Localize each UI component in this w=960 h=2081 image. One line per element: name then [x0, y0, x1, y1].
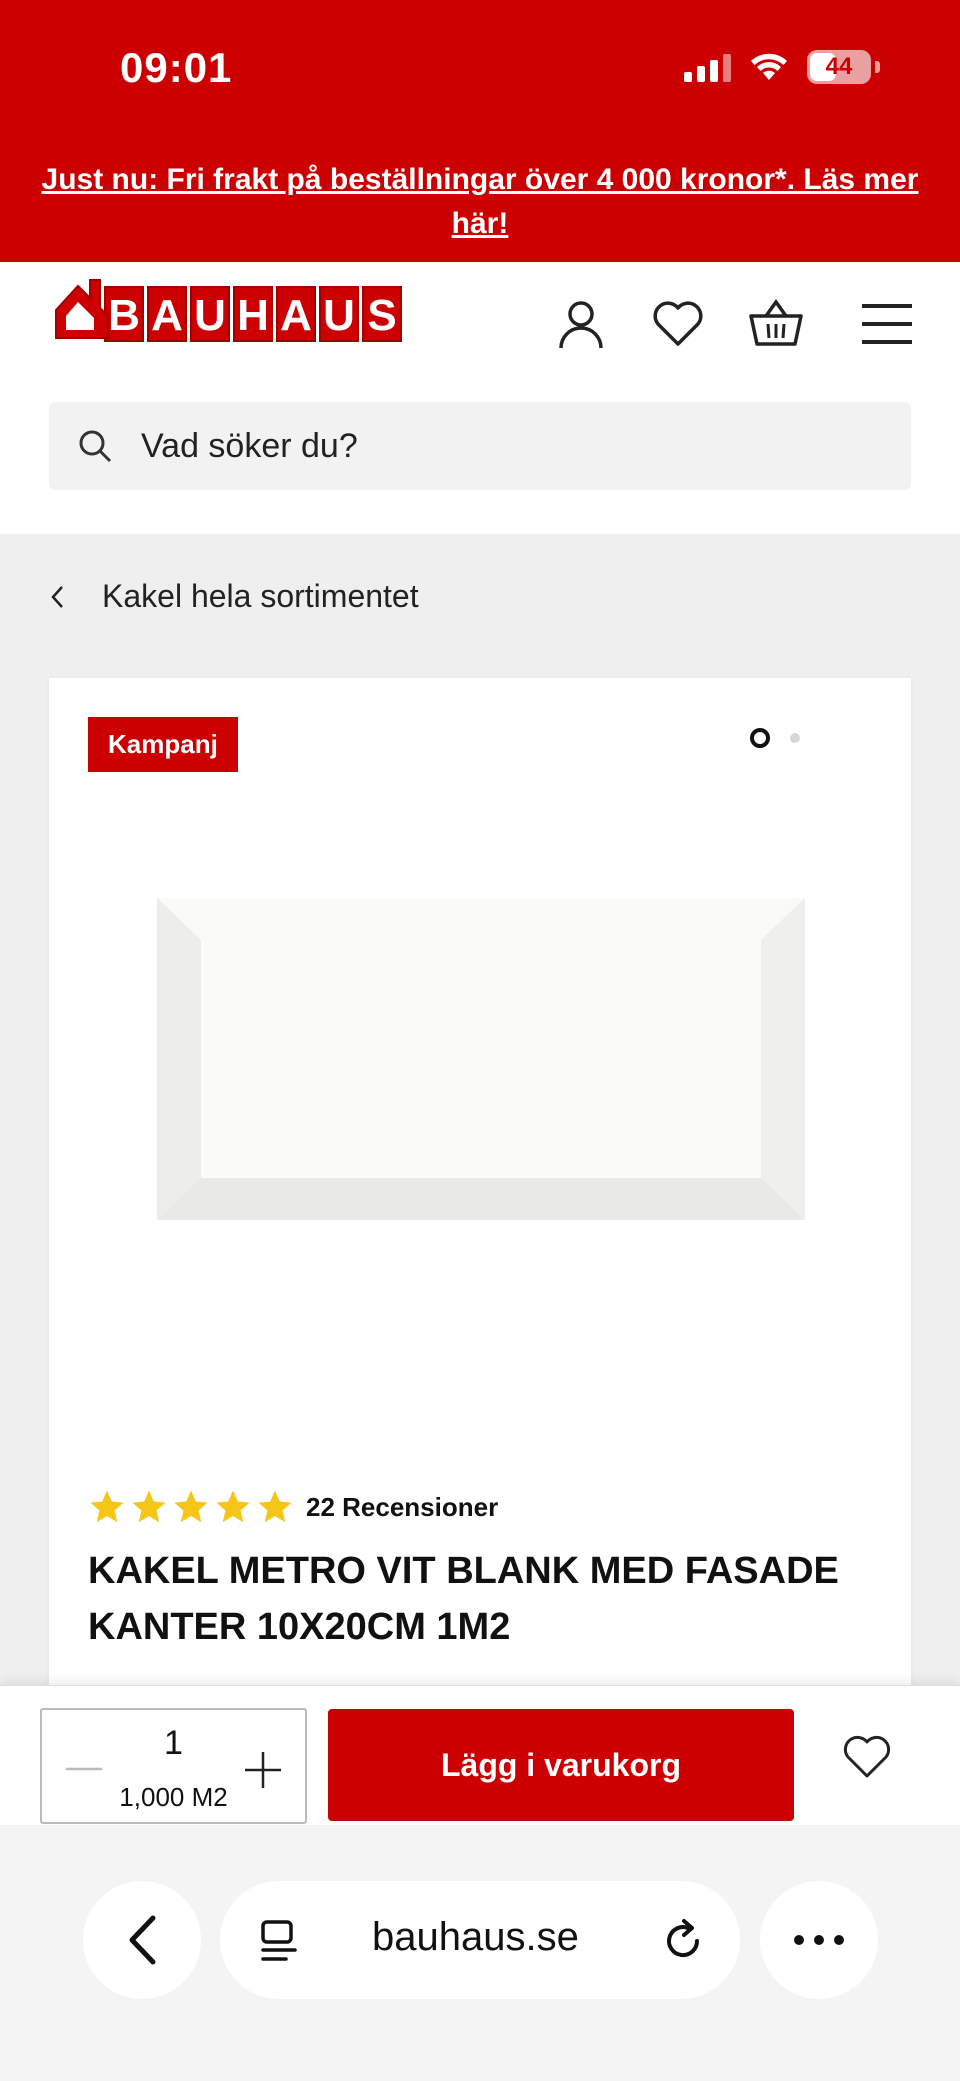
- signal-icon: [684, 52, 731, 82]
- promo-link[interactable]: Just nu: Fri frakt på beställningar över…: [40, 158, 920, 246]
- star-icon: [258, 1490, 292, 1523]
- star-icon: [90, 1490, 124, 1523]
- heart-icon[interactable]: [652, 300, 704, 348]
- star-icon: [216, 1490, 250, 1523]
- browser-more-button[interactable]: [760, 1881, 878, 1999]
- bauhaus-logo[interactable]: BAUHAUS: [50, 272, 402, 342]
- search-input[interactable]: Vad söker du?: [49, 402, 911, 490]
- top-banner: 09:01 44 Just nu: Fri frakt på beställni…: [0, 0, 960, 262]
- battery-icon: 44: [807, 50, 871, 84]
- reload-icon[interactable]: [662, 1917, 706, 1963]
- breadcrumb[interactable]: Kakel hela sortimentet: [50, 578, 419, 615]
- add-to-cart-button[interactable]: Lägg i varukorg: [328, 1709, 794, 1821]
- product-title: KAKEL METRO VIT BLANK MED FASADE KANTER …: [88, 1550, 839, 1648]
- site-header: BAUHAUS Vad söker du?: [0, 262, 960, 534]
- status-icons: 44: [684, 50, 880, 84]
- address-bar[interactable]: bauhaus.se: [220, 1881, 740, 1999]
- search-placeholder: Vad söker du?: [141, 426, 358, 465]
- review-count[interactable]: 22 Recensioner: [306, 1492, 498, 1523]
- user-icon[interactable]: [557, 298, 605, 350]
- add-to-cart-bar: 1 1,000 M2 Lägg i varukorg: [0, 1685, 960, 1825]
- url-text[interactable]: bauhaus.se: [372, 1915, 579, 1960]
- campaign-badge: Kampanj: [88, 717, 238, 772]
- tab-overview-icon[interactable]: [258, 1919, 300, 1963]
- logo-house-icon: [55, 279, 109, 339]
- product-image[interactable]: [157, 898, 805, 1220]
- star-icon: [174, 1490, 208, 1523]
- plus-icon[interactable]: [241, 1748, 285, 1792]
- more-dots-icon: [794, 1935, 844, 1945]
- quantity-stepper[interactable]: 1 1,000 M2: [40, 1708, 307, 1824]
- chevron-left-icon: [51, 585, 63, 608]
- chevron-left-icon: [129, 1915, 156, 1965]
- star-icon: [132, 1490, 166, 1523]
- image-pagination: [750, 728, 800, 748]
- search-icon: [79, 430, 112, 463]
- pagination-dot[interactable]: [790, 733, 800, 743]
- logo-wordmark: BAUHAUS: [104, 286, 402, 342]
- browser-back-button[interactable]: [83, 1881, 201, 1999]
- wifi-icon: [751, 53, 787, 80]
- status-time: 09:01: [120, 44, 233, 91]
- battery-level: 44: [825, 53, 853, 80]
- browser-toolbar: bauhaus.se: [0, 1825, 960, 2081]
- pagination-dot-active[interactable]: [750, 728, 770, 748]
- favorite-heart-icon[interactable]: [842, 1732, 892, 1782]
- breadcrumb-label: Kakel hela sortimentet: [102, 578, 419, 614]
- product-rating[interactable]: 22 Recensioner: [88, 1488, 498, 1526]
- menu-icon[interactable]: [860, 302, 914, 346]
- basket-icon[interactable]: [748, 298, 804, 348]
